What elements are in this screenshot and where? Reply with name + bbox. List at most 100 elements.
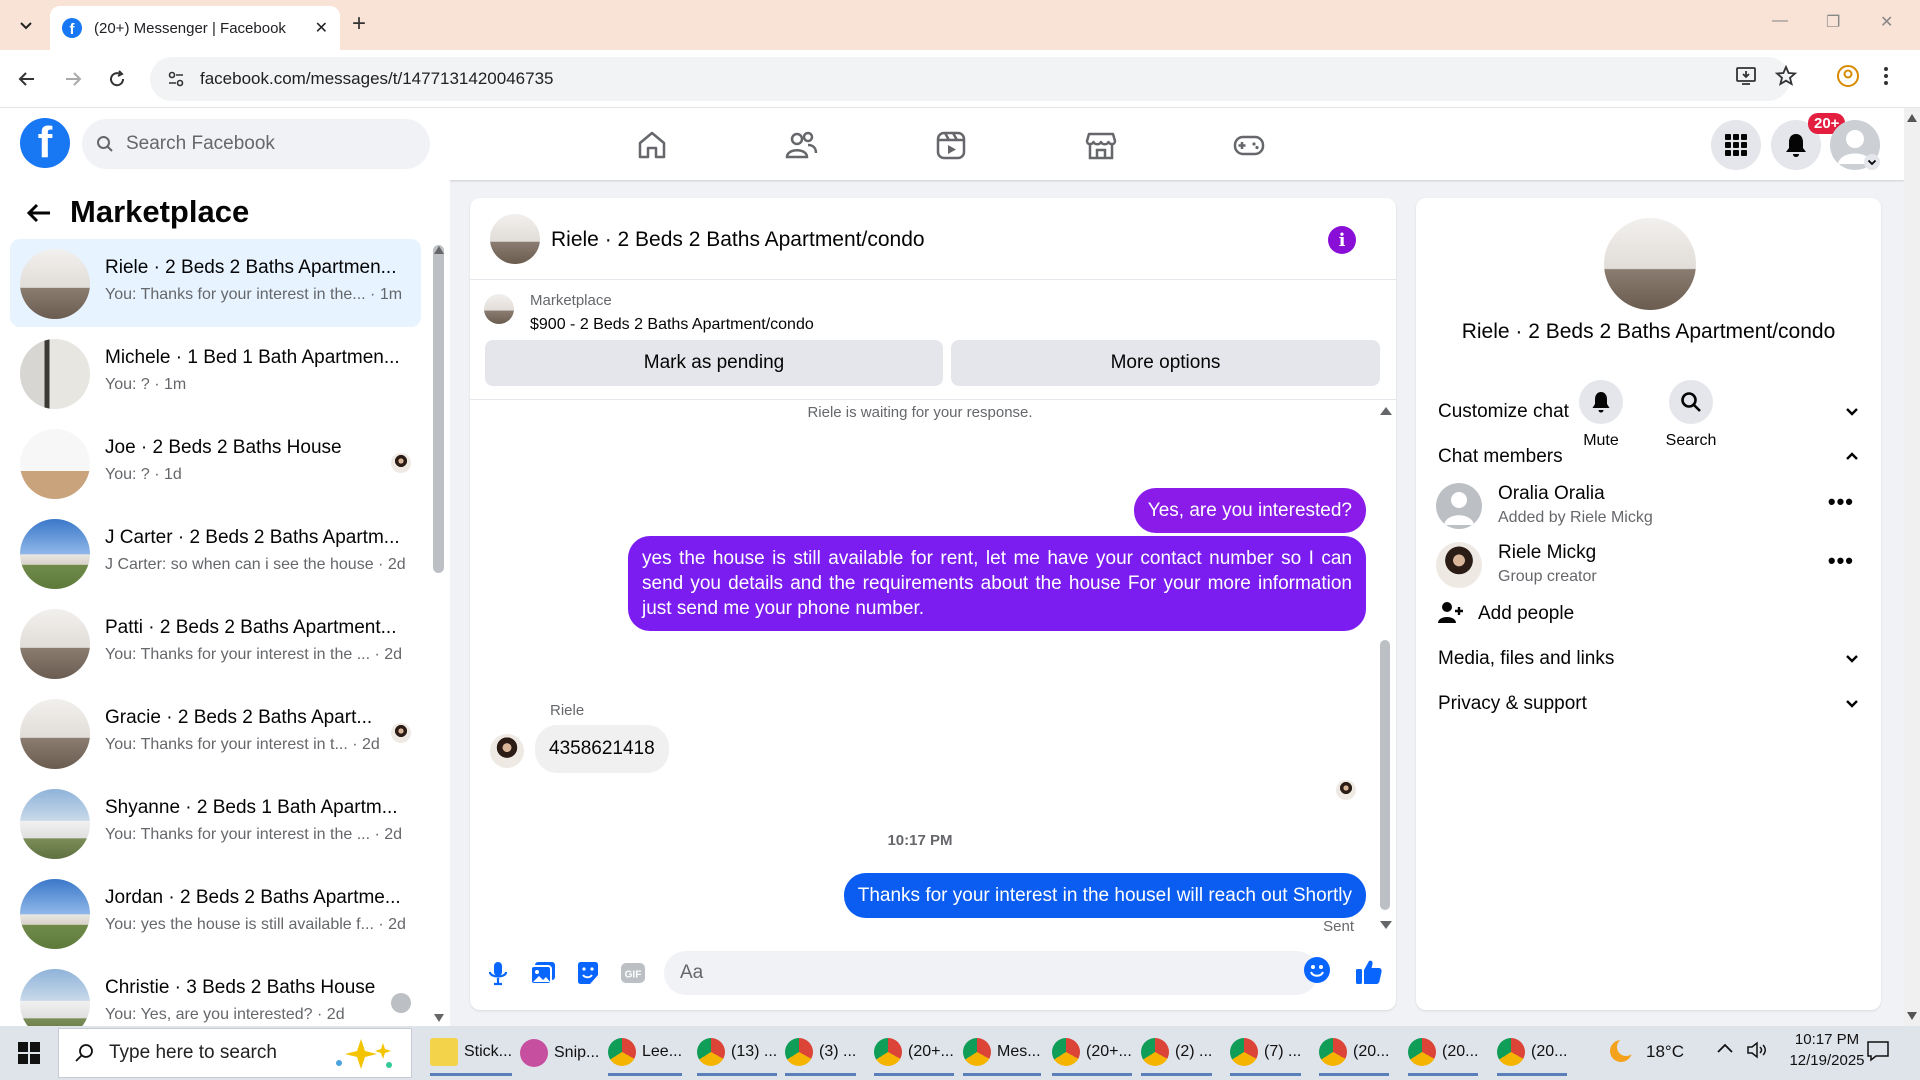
like-thumbs-up-icon[interactable] xyxy=(1354,957,1382,985)
facebook-header: f Search Facebook xyxy=(0,108,1904,180)
install-app-icon[interactable] xyxy=(1734,64,1758,88)
conversation-name: Patti · 2 Beds 2 Baths Apartment... xyxy=(105,617,397,638)
chat-scroll-down-icon[interactable] xyxy=(1380,921,1392,929)
profile-icon[interactable] xyxy=(1836,64,1860,88)
weather-temp[interactable]: 18°C xyxy=(1646,1042,1684,1062)
chat-scrollbar[interactable] xyxy=(1380,640,1390,910)
taskbar-search-input[interactable]: Type here to search xyxy=(58,1028,412,1078)
chat-scroll-up-icon[interactable] xyxy=(1380,407,1392,415)
url-text: facebook.com/messages/t/1477131420046735 xyxy=(200,69,554,88)
chat-info-thumbnail[interactable] xyxy=(1604,218,1696,310)
page-scrollbar[interactable] xyxy=(1904,108,1920,1026)
info-icon[interactable]: i xyxy=(1328,226,1356,254)
browser-menu-icon[interactable] xyxy=(1882,64,1890,88)
account-chevron-icon[interactable] xyxy=(1864,154,1880,170)
taskbar-app[interactable]: (3) ... xyxy=(785,1030,857,1076)
browser-tab-messenger[interactable]: f (20+) Messenger | Facebook ✕ xyxy=(50,6,340,50)
chat-member-item[interactable]: Riele Mickg Group creator ••• xyxy=(1436,538,1860,596)
microphone-icon[interactable] xyxy=(484,959,512,987)
chat-members-row[interactable]: Chat members xyxy=(1438,446,1860,468)
taskbar-app[interactable]: Lee... xyxy=(608,1030,683,1076)
chat-title[interactable]: Riele · 2 Beds 2 Baths Apartment/condo xyxy=(551,228,925,252)
privacy-support-row[interactable]: Privacy & support xyxy=(1438,693,1860,715)
member-more-icon[interactable]: ••• xyxy=(1828,489,1854,515)
conversation-item[interactable]: Jordan · 2 Beds 2 Baths Apartme... You: … xyxy=(10,869,421,957)
taskbar-app[interactable]: (2) ... xyxy=(1141,1030,1213,1076)
tab-search-button[interactable] xyxy=(12,12,40,38)
taskbar-app[interactable]: (20+... xyxy=(1052,1030,1132,1076)
chat-member-item[interactable]: Oralia Oralia Added by Riele Mickg ••• xyxy=(1436,479,1860,537)
gaming-icon[interactable] xyxy=(1232,128,1266,162)
volume-icon[interactable] xyxy=(1746,1040,1768,1060)
message-input[interactable]: Aa xyxy=(664,951,1318,995)
reload-button[interactable] xyxy=(104,66,130,92)
member-more-icon[interactable]: ••• xyxy=(1828,548,1854,574)
tab-close-icon[interactable]: ✕ xyxy=(315,18,328,38)
taskbar-app[interactable]: Mes... xyxy=(963,1030,1041,1076)
scroll-up-icon[interactable] xyxy=(434,246,444,254)
sticker-icon[interactable] xyxy=(574,959,602,987)
emoji-icon[interactable] xyxy=(1304,957,1330,983)
conversation-item[interactable]: Michele · 1 Bed 1 Bath Apartmen... You: … xyxy=(10,329,421,417)
taskbar-app[interactable]: Stick... xyxy=(430,1030,513,1076)
home-icon[interactable] xyxy=(635,128,669,162)
conversation-item[interactable]: Christie · 3 Beds 2 Baths House You: Yes… xyxy=(10,959,421,1026)
marketplace-icon[interactable] xyxy=(1084,128,1118,162)
conversation-item[interactable]: Gracie · 2 Beds 2 Baths Apart... You: Th… xyxy=(10,689,421,777)
windows-start-icon[interactable] xyxy=(18,1042,40,1064)
sender-avatar[interactable] xyxy=(490,734,524,768)
mark-as-pending-button[interactable]: Mark as pending xyxy=(485,340,943,386)
scroll-down-icon[interactable] xyxy=(434,1014,444,1022)
taskbar-app[interactable]: (20+... xyxy=(874,1030,954,1076)
conversation-name: Gracie · 2 Beds 2 Baths Apart... xyxy=(105,707,373,728)
minimize-icon[interactable]: — xyxy=(1772,12,1788,30)
marketplace-heading: Marketplace xyxy=(70,194,250,229)
tray-expand-icon[interactable] xyxy=(1716,1042,1734,1054)
taskbar-app[interactable]: (20... xyxy=(1408,1030,1479,1076)
friends-icon[interactable] xyxy=(784,128,818,162)
chat-thumbnail[interactable] xyxy=(490,214,540,264)
bookmark-star-icon[interactable] xyxy=(1774,64,1798,88)
conversation-item[interactable]: J Carter · 2 Beds 2 Baths Apartm... J Ca… xyxy=(10,509,421,597)
menu-grid-button[interactable] xyxy=(1711,120,1761,170)
marketplace-label: Marketplace xyxy=(530,292,612,309)
taskbar-app[interactable]: (13) ... xyxy=(697,1030,778,1076)
conversation-item[interactable]: Shyanne · 2 Beds 1 Bath Apartm... You: T… xyxy=(10,779,421,867)
chat-header: Riele · 2 Beds 2 Baths Apartment/condo i xyxy=(470,198,1396,280)
customize-chat-row[interactable]: Customize chat xyxy=(1438,401,1860,423)
conversation-list-scrollbar[interactable] xyxy=(433,245,444,573)
weather-icon[interactable] xyxy=(1606,1036,1636,1066)
media-files-links-row[interactable]: Media, files and links xyxy=(1438,648,1860,670)
taskbar-app[interactable]: Snip... xyxy=(520,1030,599,1076)
back-arrow-icon[interactable] xyxy=(26,202,52,224)
site-info-icon[interactable] xyxy=(166,69,186,89)
new-tab-button[interactable]: + xyxy=(352,12,366,36)
window-close-icon[interactable]: ✕ xyxy=(1880,12,1893,32)
clock[interactable]: 10:17 PM 12/19/2025 xyxy=(1782,1031,1872,1069)
gif-icon[interactable]: GIF xyxy=(619,959,647,987)
conversation-item[interactable]: Riele · 2 Beds 2 Baths Apartmen... You: … xyxy=(10,239,421,327)
back-button[interactable] xyxy=(14,66,40,92)
photo-icon[interactable] xyxy=(529,959,557,987)
chevron-down-icon xyxy=(20,22,32,30)
taskbar-app[interactable]: (20... xyxy=(1319,1030,1390,1076)
page-scroll-up-icon[interactable] xyxy=(1907,114,1917,122)
video-icon[interactable] xyxy=(934,128,968,162)
page-scroll-down-icon[interactable] xyxy=(1907,1012,1917,1020)
forward-button[interactable] xyxy=(60,66,86,92)
conversation-item[interactable]: Patti · 2 Beds 2 Baths Apartment... You:… xyxy=(10,599,421,687)
restore-icon[interactable]: ❐ xyxy=(1826,12,1840,32)
conversation-item[interactable]: Joe · 2 Beds 2 Baths House You: ? · 1d xyxy=(10,419,421,507)
facebook-logo-icon[interactable]: f xyxy=(20,118,70,168)
conversation-thumbnail xyxy=(20,429,90,499)
facebook-search-input[interactable]: Search Facebook xyxy=(82,119,430,169)
address-bar[interactable]: facebook.com/messages/t/1477131420046735 xyxy=(150,57,1790,101)
conversation-snippet: You: yes the house is still available f.… xyxy=(105,916,406,933)
more-options-button[interactable]: More options xyxy=(951,340,1380,386)
conversation-thumbnail xyxy=(20,789,90,859)
taskbar-app[interactable]: (20... xyxy=(1497,1030,1568,1076)
listing-thumbnail[interactable] xyxy=(484,294,514,324)
notification-center-icon[interactable] xyxy=(1866,1040,1890,1062)
taskbar-app[interactable]: (7) ... xyxy=(1230,1030,1302,1076)
listing-price-title[interactable]: $900 - 2 Beds 2 Baths Apartment/condo xyxy=(530,316,814,334)
